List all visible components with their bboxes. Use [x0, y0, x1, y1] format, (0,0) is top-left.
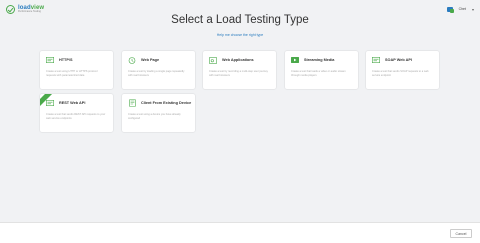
rest-api-icon: [46, 100, 54, 106]
card-description: Create a test that loads a video or audi…: [291, 70, 346, 78]
user-name: Chet: [458, 7, 466, 11]
http-icon: [46, 57, 54, 63]
web-app-icon: [209, 56, 217, 64]
card-title: Web Page: [141, 58, 160, 62]
page-title: Select a Load Testing Type: [171, 14, 309, 26]
card-description: Create a test that sends REST API reques…: [46, 113, 106, 121]
streaming-icon: [291, 57, 299, 63]
app-logo[interactable]: loadview Performance Testing: [6, 4, 44, 14]
logo-mark-icon: [6, 4, 15, 14]
card-title: HTTP/S: [59, 58, 73, 62]
card-description: Create a test by recording a multi-step …: [209, 70, 268, 78]
logo-tagline: Performance Testing: [18, 9, 41, 13]
cancel-button[interactable]: Cancel: [450, 229, 472, 238]
card-description: Create a test by loading a single page r…: [128, 70, 185, 78]
card-title: SOAP Web API: [385, 58, 412, 62]
card-web-page[interactable]: Web Page Create a test by loading a sing…: [122, 51, 195, 89]
card-description: Create a test using HTTP or HTTPS protoc…: [46, 70, 98, 78]
card-soap-web-api[interactable]: SOAP Web API Create a test that sends SO…: [366, 51, 439, 89]
user-menu[interactable]: Chet ▾: [446, 6, 474, 13]
soap-api-icon: [372, 57, 380, 63]
card-web-applications[interactable]: Web Applications Create a test by record…: [203, 51, 276, 89]
card-description: Create a test that sends SOAP requests t…: [372, 70, 429, 78]
user-avatar-icon: [446, 6, 454, 13]
card-client-from-existing-device[interactable]: Client From Existing Device Create a tes…: [122, 94, 195, 132]
card-title: REST Web API: [59, 101, 86, 105]
card-https[interactable]: HTTP/S Create a test using HTTP or HTTPS…: [40, 51, 113, 89]
device-icon: [128, 99, 136, 107]
help-link[interactable]: Help me choose the right type: [0, 33, 480, 37]
chevron-down-icon: ▾: [471, 6, 474, 12]
web-page-icon: [128, 56, 136, 64]
card-title: Web Applications: [222, 58, 254, 62]
bottom-bar: Cancel: [0, 222, 480, 243]
card-title: Streaming Media: [304, 58, 335, 62]
card-rest-web-api[interactable]: REST Web API Create a test that sends RE…: [40, 94, 113, 132]
card-title: Client From Existing Device: [141, 101, 192, 105]
card-streaming-media[interactable]: Streaming Media Create a test that loads…: [285, 51, 358, 89]
card-description: Create a test using a device you have al…: [128, 113, 181, 121]
